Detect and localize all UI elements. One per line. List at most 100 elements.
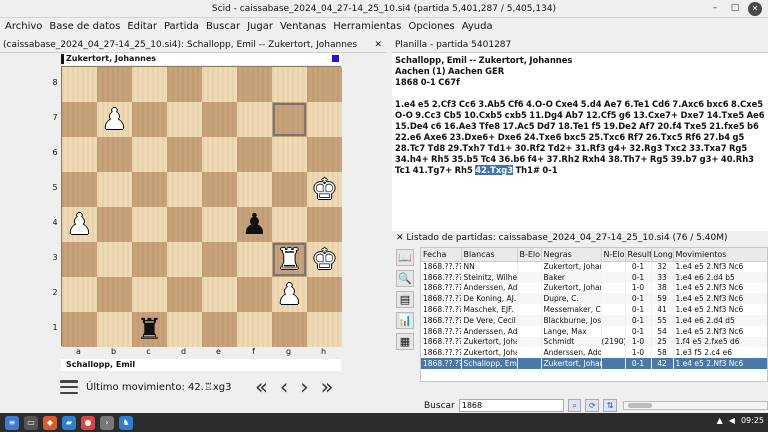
search-icon[interactable]: 🔍 [396,270,414,287]
piece-c1[interactable]: ♜ [137,312,163,347]
nav-forward-button[interactable]: › [300,375,308,399]
square-g4[interactable] [272,207,307,242]
square-g7[interactable] [272,102,307,137]
square-e8[interactable] [202,67,237,102]
square-d4[interactable] [167,207,202,242]
terminal-icon[interactable]: › [100,415,114,430]
square-b1[interactable] [97,312,132,347]
desktop-icon[interactable]: ▭ [24,415,38,430]
square-d7[interactable] [167,102,202,137]
square-f2[interactable] [237,277,272,312]
piece-f4[interactable]: ♟ [242,207,268,242]
square-c2[interactable] [132,277,167,312]
piece-a4[interactable]: ♟ [67,207,93,242]
board-icon[interactable]: ▦ [396,333,414,350]
files-icon[interactable]: ▰ [62,415,76,430]
menu-herramientas[interactable]: Herramientas [331,21,406,32]
square-e1[interactable] [202,312,237,347]
table-row[interactable]: 1868.??.??Zukertort, Johannes Schmidt(219… [421,336,767,348]
nav-last-button[interactable]: » [321,375,334,399]
square-a1[interactable] [62,312,97,347]
menu-ayuda[interactable]: Ayuda [460,21,498,32]
menu-jugar[interactable]: Jugar [245,21,278,32]
game-notation[interactable]: Schallopp, Emil -- Zukertort, Johannes A… [392,53,768,231]
layout-icon[interactable]: ▤ [396,291,414,308]
square-a6[interactable] [62,137,97,172]
square-h4[interactable] [307,207,342,242]
table-row[interactable]: 1868.??.??Anderssen, Adolf Lange, Max 0-15… [421,325,767,337]
square-g5[interactable] [272,172,307,207]
menu-base-de-datos[interactable]: Base de datos [47,21,125,32]
menu-buscar[interactable]: Buscar [204,21,245,32]
square-b5[interactable] [97,172,132,207]
square-c5[interactable] [132,172,167,207]
square-d2[interactable] [167,277,202,312]
square-g1[interactable] [272,312,307,347]
square-f1[interactable] [237,312,272,347]
square-d1[interactable] [167,312,202,347]
maximize-button[interactable]: □ [728,2,742,16]
square-h1[interactable] [307,312,342,347]
square-f6[interactable] [237,137,272,172]
notation-moves[interactable]: 1.e4 e5 2.Cf3 Cc6 3.Ab5 Cf6 4.O-O Cxe4 5… [395,99,765,176]
nav-first-button[interactable]: « [255,375,268,399]
square-a2[interactable] [62,277,97,312]
square-a7[interactable] [62,102,97,137]
square-e6[interactable] [202,137,237,172]
nav-back-button[interactable]: ‹ [280,375,288,399]
table-row[interactable]: 1868.??.??NN Zukertort, Johannes 0-1321.e4… [421,261,767,272]
square-h7[interactable] [307,102,342,137]
moves-before[interactable]: 1.e4 e5 2.Cf3 Cc6 3.Ab5 Cf6 4.O-O Cxe4 5… [395,99,765,175]
square-d3[interactable] [167,242,202,277]
column-header[interactable]: Blancas [461,248,518,262]
square-g2[interactable]: ♟ [272,277,307,312]
minimize-button[interactable]: – [708,2,722,16]
column-header[interactable]: Long [651,248,674,262]
table-row[interactable]: 1868.??.?? Schallopp, Emil Zukertort, Joha… [421,358,767,369]
square-f3[interactable] [237,242,272,277]
square-h2[interactable] [307,277,342,312]
book-icon[interactable]: 📖 [396,249,414,266]
square-d5[interactable] [167,172,202,207]
square-a5[interactable] [62,172,97,207]
piece-g2[interactable]: ♟ [277,277,303,312]
menu-hamburger-icon[interactable] [60,380,78,394]
horizontal-scrollbar[interactable] [622,401,768,410]
column-header[interactable]: Negras [541,248,602,262]
square-c3[interactable] [132,242,167,277]
moves-after[interactable]: Th1# 0-1 [513,165,557,175]
square-c7[interactable] [132,102,167,137]
square-b6[interactable] [97,137,132,172]
column-header[interactable]: B-Elo [517,248,542,262]
square-f4[interactable]: ♟ [237,207,272,242]
square-h8[interactable] [307,67,342,102]
square-c8[interactable] [132,67,167,102]
square-c1[interactable]: ♜ [132,312,167,347]
square-h3[interactable]: ♚ [307,242,342,277]
search-input[interactable] [458,399,564,412]
column-header[interactable]: Resultado [625,248,652,262]
close-icon[interactable]: ✕ [374,37,382,52]
square-b8[interactable] [97,67,132,102]
square-d6[interactable] [167,137,202,172]
column-header[interactable]: Fecha [421,248,462,262]
square-c4[interactable] [132,207,167,242]
square-f7[interactable] [237,102,272,137]
chess-board[interactable]: ♟ ♚ ♟ ♟ ♜ ♚ ♟ ♜ [61,66,342,347]
close-button[interactable]: ✕ [748,2,762,16]
square-b2[interactable] [97,277,132,312]
square-g3[interactable]: ♜ [272,242,307,277]
current-move[interactable]: 42.Txg3 [475,165,514,175]
search-go-icon[interactable]: ⌕ [567,399,582,412]
square-f8[interactable] [237,67,272,102]
square-e3[interactable] [202,242,237,277]
menu-archivo[interactable]: Archivo [3,21,47,32]
filter-icon[interactable]: ⇅ [603,399,617,412]
table-row[interactable]: 1868.??.??Steinitz, Wilhelm Baker 0-1331.e… [421,271,767,283]
piece-h3[interactable]: ♚ [312,242,338,277]
table-row[interactable]: 1868.??.??Anderssen, Adolf Zukertort, Joh… [421,282,767,294]
square-f5[interactable] [237,172,272,207]
table-row[interactable]: 1868.??.??Maschek, EJF. Messemaker, Chris… [421,304,767,315]
square-e2[interactable] [202,277,237,312]
close-icon[interactable]: ✕ [396,233,406,243]
